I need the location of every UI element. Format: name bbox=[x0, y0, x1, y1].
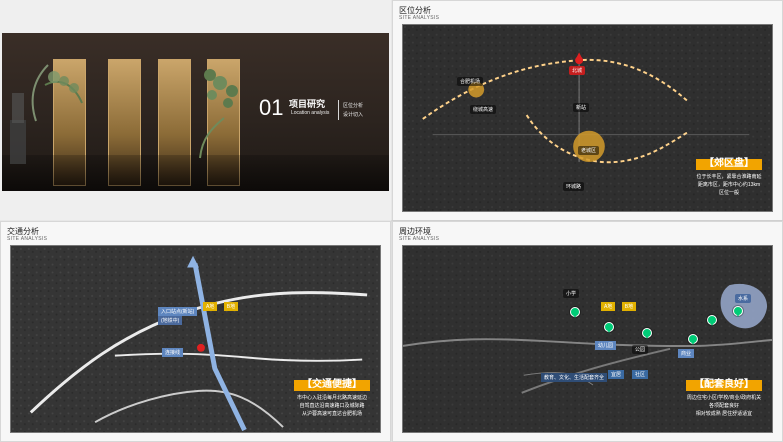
poi-label-school2: 幼儿园 bbox=[595, 341, 617, 350]
poi-label-center: 教育、文化、生活配套齐全 bbox=[541, 373, 608, 382]
poi-pin-2 bbox=[604, 322, 614, 333]
poi-label-mall: 商业 bbox=[678, 349, 695, 358]
surroundings-slide: 周边环境 SITE ANALYSIS A地 B地 小学 幼儿园 公园 商业 教育… bbox=[392, 221, 783, 442]
traffic-map: A地 B地 入口站点(新站) (地铁中) 连接线 【交通便捷】 市中心入驻沿每月… bbox=[10, 245, 381, 433]
poi-pin-5 bbox=[707, 315, 717, 326]
traffic-station-tag: 入口站点(新站) bbox=[158, 307, 198, 316]
surroundings-note-line-2: 各项配套良好 bbox=[708, 403, 739, 409]
traffic-note-line-3: 从沪蓉高速可直达合肥机场 bbox=[301, 411, 362, 417]
cover-panel: 01 项目研究 Location analysis 区位分析 设计切入 bbox=[2, 33, 389, 191]
location-subtitle: SITE ANALYSIS bbox=[399, 15, 440, 21]
location-label-airport: 合肥机场 bbox=[457, 77, 484, 86]
cover-divider bbox=[338, 100, 339, 120]
traffic-box-2: B地 bbox=[223, 302, 239, 311]
poi-label-park: 公园 bbox=[632, 345, 649, 354]
cover-subtitle: Location analysis bbox=[291, 110, 330, 116]
poi-label-pin1: 宜居 bbox=[608, 370, 625, 379]
bonsai-art bbox=[10, 64, 238, 164]
location-note: 【郊区盘】 位于长丰区，紧靠合淮路南延 距离市区，距市中心约13km 区位一般 bbox=[696, 159, 762, 197]
cover-number: 01 bbox=[259, 95, 284, 120]
surroundings-box-1: A地 bbox=[601, 302, 616, 311]
traffic-road-label: 连接线 bbox=[162, 348, 184, 357]
cover-side-line2: 设计切入 bbox=[343, 112, 364, 118]
poi-pin-3 bbox=[642, 328, 652, 339]
location-label-ring-left: 绕城高速 bbox=[470, 105, 497, 114]
location-note-line-1: 位于长丰区，紧靠合淮路南延 bbox=[696, 174, 762, 180]
location-label-center: 老城区 bbox=[578, 146, 600, 155]
traffic-note: 【交通便捷】 市中心入驻沿每月北路高速延边 自驾直达沿高速路口及城际路 从沪蓉高… bbox=[294, 380, 370, 418]
surroundings-highlight: 【配套良好】 bbox=[686, 380, 762, 391]
cover-slide: 01 项目研究 Location analysis 区位分析 设计切入 bbox=[0, 0, 391, 221]
traffic-slide: 交通分析 SITE ANALYSIS A地 B地 入口站点(新站) (地铁中) bbox=[0, 221, 391, 442]
poi-label-pin2: 社区 bbox=[632, 370, 649, 379]
location-label-road: 环城路 bbox=[563, 182, 585, 191]
location-map: 合肥机场 北城 新站 老城区 绕城高速 环城路 【郊区盘】 位于长丰区，紧靠合淮… bbox=[402, 24, 773, 212]
poi-pin-6 bbox=[733, 306, 743, 317]
poi-pin-4 bbox=[688, 334, 698, 345]
traffic-note-line-2: 自驾直达沿高速路口及城际路 bbox=[299, 403, 365, 409]
surroundings-box-2: B地 bbox=[621, 302, 637, 311]
traffic-station-sub: (地铁中) bbox=[158, 316, 183, 325]
cover-title: 项目研究 bbox=[289, 99, 326, 109]
surroundings-note: 【配套良好】 周边住宅小区/学校/商业/政府机关 各项配套良好 相对较成熟 居住… bbox=[686, 380, 762, 418]
surroundings-subtitle: SITE ANALYSIS bbox=[399, 236, 440, 242]
location-slide: 区位分析 SITE ANALYSIS 合肥机场 北城 新站 老城区 绕城高速 环… bbox=[392, 0, 783, 221]
surroundings-note-line-1: 周边住宅小区/学校/商业/政府机关 bbox=[686, 395, 762, 401]
traffic-subtitle: SITE ANALYSIS bbox=[7, 236, 48, 242]
surroundings-map: A地 B地 小学 幼儿园 公园 商业 教育、文化、生活配套齐全 宜居 社区 水系… bbox=[402, 245, 773, 433]
location-label-mid: 新站 bbox=[573, 103, 590, 112]
traffic-highlight: 【交通便捷】 bbox=[294, 380, 370, 391]
location-note-line-2: 距离市区，距市中心约13km bbox=[697, 182, 761, 188]
surroundings-boxes: A地 B地 bbox=[601, 295, 638, 313]
poi-label-school1: 小学 bbox=[563, 289, 580, 298]
location-label-north: 北城 bbox=[569, 66, 586, 75]
traffic-note-line-1: 市中心入驻沿每月北路高速延边 bbox=[296, 395, 367, 401]
location-highlight: 【郊区盘】 bbox=[696, 159, 762, 170]
poi-pin-1 bbox=[570, 307, 580, 318]
traffic-box-1: A地 bbox=[203, 302, 218, 311]
location-note-line-3: 区位一般 bbox=[718, 190, 739, 196]
traffic-boxes: A地 B地 bbox=[203, 295, 240, 313]
poi-label-river: 水系 bbox=[735, 294, 752, 303]
surroundings-note-line-3: 相对较成熟 居住舒适适宜 bbox=[695, 411, 753, 417]
cover-side-line1: 区位分析 bbox=[343, 103, 364, 109]
